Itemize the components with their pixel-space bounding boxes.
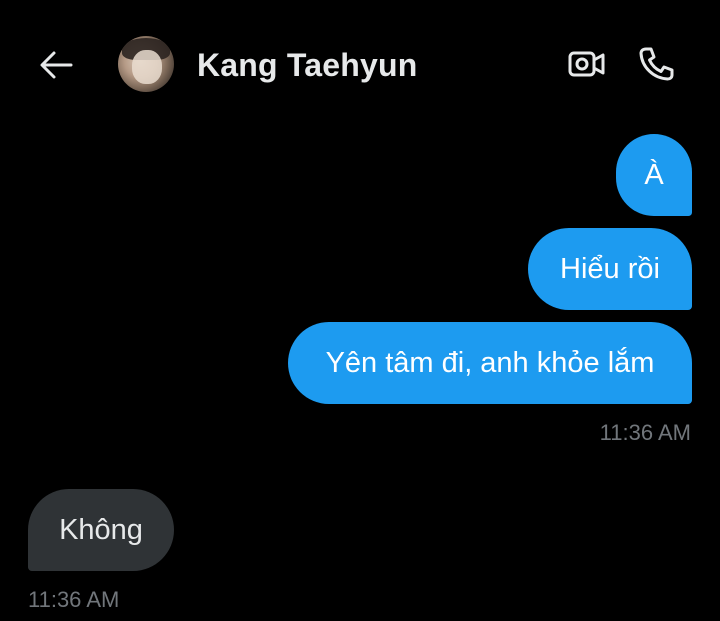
avatar-face	[132, 50, 162, 84]
avatar[interactable]	[118, 36, 174, 92]
phone-icon	[639, 47, 674, 81]
message-bubble-incoming[interactable]: Không	[28, 489, 174, 571]
message-timestamp: 11:36 AM	[599, 420, 691, 445]
back-button[interactable]	[36, 45, 76, 85]
message-timestamp: 11:36 AM	[28, 587, 120, 612]
message-bubble-outgoing[interactable]: À	[616, 134, 692, 216]
chat-header: Kang Taehyun	[0, 0, 720, 130]
arrow-left-icon	[40, 51, 73, 79]
message-bubble-outgoing[interactable]: Yên tâm đi, anh khỏe lắm	[288, 322, 692, 404]
voice-call-button[interactable]	[634, 44, 678, 84]
video-call-button[interactable]	[566, 44, 608, 84]
contact-name[interactable]: Kang Taehyun	[197, 47, 418, 84]
message-bubble-outgoing[interactable]: Hiểu rồi	[528, 228, 692, 310]
video-call-icon	[568, 51, 605, 77]
